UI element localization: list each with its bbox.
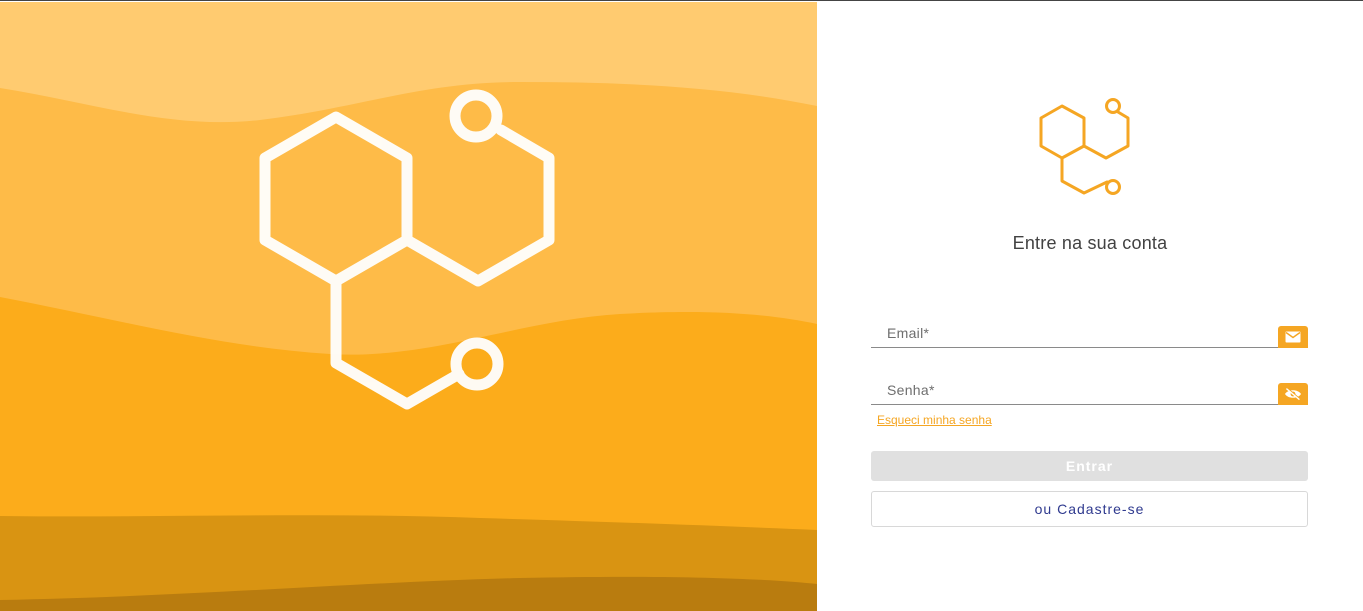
forgot-password-link[interactable]: Esqueci minha senha xyxy=(877,413,992,427)
register-button[interactable]: ou Cadastre-se xyxy=(871,491,1308,527)
email-field[interactable]: Email* xyxy=(871,317,1308,348)
hero-banner xyxy=(0,2,817,611)
login-panel: Entre na sua conta Email* Senha* Esqueci… xyxy=(817,2,1363,611)
mail-icon xyxy=(1278,326,1308,348)
email-input[interactable] xyxy=(871,317,1275,347)
login-page: Entre na sua conta Email* Senha* Esqueci… xyxy=(0,0,1363,611)
eye-off-icon[interactable] xyxy=(1278,383,1308,405)
password-input[interactable] xyxy=(871,374,1275,404)
brand-logo-icon xyxy=(1039,98,1130,195)
password-field[interactable]: Senha* xyxy=(871,374,1308,405)
login-button[interactable]: Entrar xyxy=(871,451,1308,481)
hero-background xyxy=(0,2,817,611)
page-title: Entre na sua conta xyxy=(1012,233,1168,253)
